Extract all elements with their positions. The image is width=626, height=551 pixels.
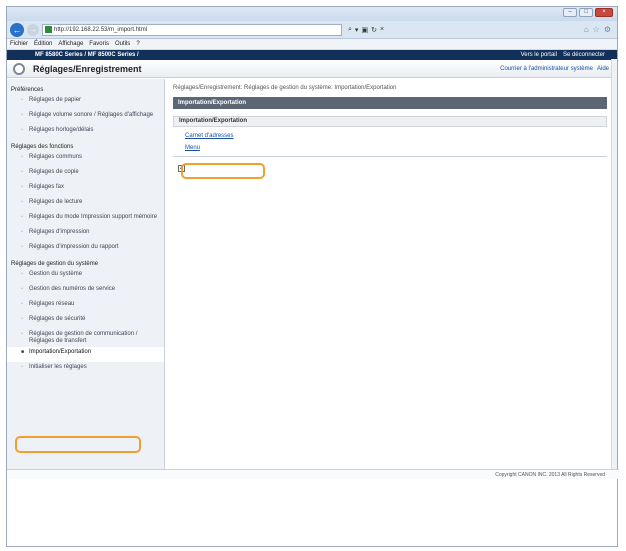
favorites-star-icon[interactable]: ☆	[593, 25, 600, 34]
main-panel: Réglages/Enregistrement: Réglages de ges…	[173, 79, 607, 469]
device-name: MF 8580C Series / MF 8500C Series /	[35, 52, 139, 58]
home-icon[interactable]: ⌂	[584, 25, 589, 34]
footer: Copyright CANON INC. 2013 All Rights Res…	[7, 469, 619, 479]
browser-window: – □ × ← → http://192.168.22.53/m_import.…	[6, 6, 619, 547]
sidebar-item-import-export[interactable]: Importation/Exportation	[7, 347, 164, 362]
sidebar-item-fax[interactable]: Réglages fax	[7, 182, 164, 197]
device-links: Vers le portail Se déconnecter	[521, 52, 605, 58]
divider	[173, 156, 607, 157]
maximize-button[interactable]: □	[579, 8, 593, 17]
breadcrumb: Réglages/Enregistrement: Réglages de ges…	[173, 85, 397, 91]
sidebar-item-report[interactable]: Réglages d'impression du rapport	[7, 242, 164, 257]
gear-icon[interactable]: ⚙	[604, 25, 611, 34]
sidebar-item-print[interactable]: Réglages d'impression	[7, 227, 164, 242]
sidebar-item-security[interactable]: Réglages de sécurité	[7, 314, 164, 329]
dropdown-icon[interactable]: ▾	[355, 26, 359, 34]
back-arrow-icon[interactable]: ←	[10, 22, 24, 37]
close-button[interactable]: ×	[595, 8, 613, 17]
refresh-icon[interactable]: ↻	[371, 26, 377, 34]
sidebar-highlight	[15, 436, 141, 453]
compat-icon[interactable]: ▣	[361, 26, 368, 34]
portal-link[interactable]: Vers le portail	[521, 52, 557, 58]
title-bar: – □ ×	[7, 7, 617, 21]
sidebar: Préférences Réglages de papier Réglage v…	[7, 79, 165, 469]
menu-tools[interactable]: Outils	[115, 41, 130, 47]
url-field[interactable]: http://192.168.22.53/m_import.html	[42, 23, 342, 36]
sidebar-category-system: Réglages de gestion du système	[11, 261, 99, 267]
sidebar-item-sysmgmt[interactable]: Gestion du système	[7, 269, 164, 284]
address-book-link[interactable]: Carnet d'adresses	[173, 133, 607, 139]
url-tools: ⌕ ▾ ▣ ↻ ×	[348, 26, 384, 34]
sidebar-item-paper[interactable]: Réglages de papier	[7, 95, 164, 110]
search-icon[interactable]: ⌕	[348, 26, 352, 34]
mail-admin-link[interactable]: Courrier à l'administrateur système	[500, 66, 593, 72]
settings-gear-icon	[13, 62, 25, 75]
menu-help[interactable]: ?	[136, 41, 139, 47]
sidebar-category-functions: Réglages des fonctions	[11, 144, 74, 150]
page-icon	[45, 26, 52, 33]
device-bar: MF 8580C Series / MF 8500C Series / Vers…	[7, 50, 617, 60]
menu-link[interactable]: Menu	[173, 145, 607, 151]
sidebar-item-network[interactable]: Réglages réseau	[7, 299, 164, 314]
menu-bar: Fichier Édition Affichage Favoris Outils…	[7, 39, 617, 50]
menu-file[interactable]: Fichier	[10, 41, 28, 47]
page-header: Réglages/Enregistrement Courrier à l'adm…	[7, 60, 617, 78]
address-bar: ← → http://192.168.22.53/m_import.html ⌕…	[7, 21, 617, 39]
header-links: Courrier à l'administrateur système Aide	[500, 66, 609, 72]
sidebar-item-clock[interactable]: Réglages horloge/délais	[7, 125, 164, 140]
menu-favorites[interactable]: Favoris	[89, 41, 109, 47]
subsection-title: Importation/Exportation	[173, 116, 607, 127]
help-link[interactable]: Aide	[597, 66, 609, 72]
content-area: Préférences Réglages de papier Réglage v…	[7, 79, 613, 469]
page-title: Réglages/Enregistrement	[33, 63, 142, 74]
logout-link[interactable]: Se déconnecter	[563, 52, 605, 58]
sidebar-item-common[interactable]: Réglages communs	[7, 152, 164, 167]
stop-icon[interactable]: ×	[380, 26, 384, 34]
sidebar-item-read[interactable]: Réglages de lecture	[7, 197, 164, 212]
menu-edit[interactable]: Édition	[34, 41, 52, 47]
sidebar-item-memory[interactable]: Réglages du mode Impression support mémo…	[7, 212, 164, 227]
sidebar-item-comm[interactable]: Réglages de gestion de communication / R…	[7, 329, 164, 347]
sidebar-item-volume[interactable]: Réglage volume sonore / Réglages d'affic…	[7, 110, 164, 125]
menu-view[interactable]: Affichage	[58, 41, 83, 47]
browser-icons: ⌂ ☆ ⚙	[584, 25, 611, 34]
sidebar-item-init[interactable]: Initialiser les réglages	[7, 362, 164, 377]
sidebar-item-dept[interactable]: Gestion des numéros de service	[7, 284, 164, 299]
forward-arrow-icon[interactable]: →	[27, 23, 39, 36]
address-book-highlight	[181, 163, 265, 179]
sidebar-item-copy[interactable]: Réglages de copie	[7, 167, 164, 182]
section-title: Importation/Exportation	[173, 97, 607, 109]
window-controls: – □ ×	[563, 8, 613, 17]
sidebar-category-preferences: Préférences	[11, 87, 44, 93]
minimize-button[interactable]: –	[563, 8, 577, 17]
url-text: http://192.168.22.53/m_import.html	[54, 26, 148, 33]
